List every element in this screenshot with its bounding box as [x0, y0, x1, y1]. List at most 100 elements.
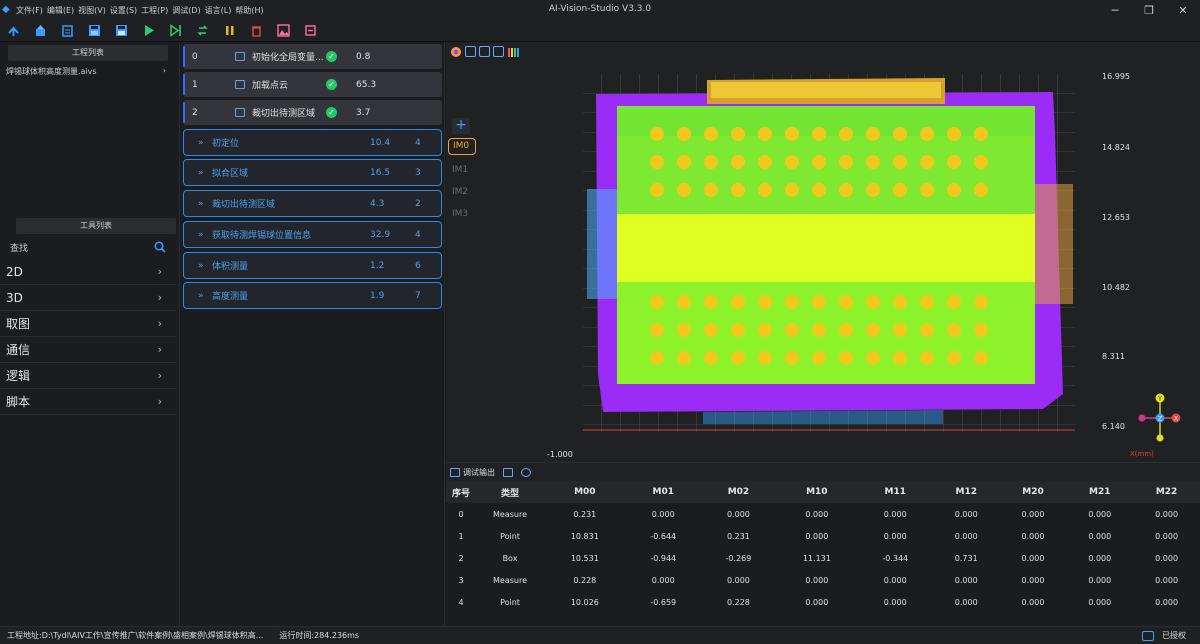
add-icon[interactable]: + — [452, 118, 470, 134]
y-tick-label: 8.311 — [1102, 352, 1125, 361]
title-bar: ◆ 文件(F) 编辑(E) 视图(V) 设置(S) 工程(P) 调试(D) 语言… — [0, 0, 1200, 20]
bar-chart-icon[interactable] — [507, 46, 519, 58]
image-tab-im3[interactable]: IM3 — [448, 203, 476, 225]
search-label: 查找 — [10, 243, 29, 254]
open-icon[interactable] — [6, 24, 20, 38]
expand-icon: » — [198, 229, 204, 240]
save-icon[interactable] — [87, 24, 101, 38]
axis-x-label: X — [1174, 416, 1178, 423]
clear-icon[interactable] — [303, 24, 317, 38]
save-as-icon[interactable] — [114, 24, 128, 38]
flow-group[interactable]: » 初定位 10.4 4 — [183, 129, 442, 156]
menu-help[interactable]: 帮助(H) — [235, 5, 263, 16]
x-axis-name: X(mm) — [1130, 450, 1154, 458]
image-tab-im2[interactable]: IM2 — [448, 181, 476, 203]
module-icon — [235, 52, 245, 61]
flow-step[interactable]: 2 裁切出待测区域 ✓ 3.7 — [183, 100, 442, 125]
image-tab-im1[interactable]: IM1 — [448, 159, 476, 181]
main-toolbar — [0, 20, 1200, 42]
flow-group[interactable]: » 获取待测焊锡球位置信息 32.9 4 — [183, 221, 442, 248]
app-logo-icon: ◆ — [2, 4, 10, 15]
menu-bar: 文件(F) 编辑(E) 视图(V) 设置(S) 工程(P) 调试(D) 语言(L… — [16, 5, 268, 16]
pause-icon[interactable] — [222, 24, 236, 38]
y-tick-label: 10.482 — [1102, 283, 1130, 292]
tab-debug-output[interactable]: 调试输出 — [450, 467, 495, 478]
result-table: 序号 类型 M00 M01 M02 M10 M11 M12 M20 M21 M2… — [446, 481, 1200, 613]
box-select-icon[interactable] — [465, 46, 476, 57]
chevron-right-icon: › — [162, 66, 166, 75]
copy-icon[interactable] — [493, 46, 504, 57]
category-2d[interactable]: 2D › — [0, 259, 176, 285]
license-icon — [1142, 630, 1154, 641]
axis-y-label: Y — [1157, 396, 1162, 403]
y-tick-label: 12.653 — [1102, 213, 1130, 222]
menu-edit[interactable]: 编辑(E) — [47, 5, 74, 16]
debug-output-panel: 调试输出 序号 类型 M00 M01 M02 M10 M11 M12 M20 M… — [446, 462, 1200, 626]
close-icon[interactable]: ✕ — [1166, 0, 1200, 20]
menu-file[interactable]: 文件(F) — [16, 5, 43, 16]
zoom-icon[interactable] — [521, 467, 531, 477]
flow-panel: 0 初始化全局变量... ✓ 0.8 1 加载点云 ✓ 65.3 2 裁切出待测… — [181, 42, 445, 626]
project-file-name: 焊锡球体积高度测量.aivs — [6, 67, 97, 76]
flow-group[interactable]: » 体积测量 1.2 6 — [183, 252, 442, 279]
minimize-icon[interactable]: ─ — [1098, 0, 1132, 20]
flow-group[interactable]: » 裁切出待测区域 4.3 2 — [183, 190, 442, 217]
table-row[interactable]: 2 Box 10.531 -0.944 -0.269 11.131 -0.344 0.731 0… — [446, 547, 1200, 569]
image-tab-im0[interactable]: IM0 — [448, 138, 476, 155]
menu-view[interactable]: 视图(V) — [78, 5, 106, 16]
point-cloud-viewer[interactable]: + IM0 IM1 IM2 IM3 16.995 14.824 12.653 1… — [446, 42, 1200, 462]
axis-gizmo[interactable]: Y X Z — [1132, 390, 1182, 446]
table-row[interactable]: 1 Point 10.831 -0.644 0.231 0.000 0.000 0.000 0.… — [446, 525, 1200, 547]
flow-step[interactable]: 0 初始化全局变量... ✓ 0.8 — [183, 44, 442, 69]
axis-z-label: Z — [1158, 416, 1162, 423]
new-file-icon[interactable] — [60, 24, 74, 38]
check-icon: ✓ — [326, 51, 337, 62]
menu-debug[interactable]: 调试(D) — [172, 5, 200, 16]
tool-list-header: 工具列表 — [16, 218, 176, 234]
project-file-item[interactable]: 焊锡球体积高度测量.aivs › — [6, 66, 166, 77]
flow-group[interactable]: » 高度测量 1.9 7 — [183, 282, 442, 309]
category-acquire[interactable]: 取图 › — [0, 311, 176, 337]
table-row[interactable]: 0 Measure 0.231 0.000 0.000 0.000 0.000 0.000 0.… — [446, 503, 1200, 525]
menu-project[interactable]: 工程(P) — [141, 5, 168, 16]
point-cloud-render — [583, 74, 1075, 432]
window-controls: ─ ❐ ✕ — [1098, 0, 1200, 20]
status-bar: 工程地址:D:\Tydl\AIV工作\宣传推广\软件案例\盛相案例\焊锡球体积高… — [0, 626, 1200, 644]
category-logic[interactable]: 逻辑 › — [0, 363, 176, 389]
output-tabs: 调试输出 — [446, 463, 1200, 481]
chevron-right-icon: › — [157, 343, 162, 356]
category-communication[interactable]: 通信 › — [0, 337, 176, 363]
color-map-icon[interactable] — [450, 46, 462, 58]
chevron-right-icon: › — [157, 317, 162, 330]
grid-view-icon[interactable] — [503, 467, 513, 477]
check-icon: ✓ — [326, 107, 337, 118]
y-tick-label: 14.824 — [1102, 143, 1130, 152]
menu-language[interactable]: 语言(L) — [205, 5, 232, 16]
loop-icon[interactable] — [195, 24, 209, 38]
menu-settings[interactable]: 设置(S) — [110, 5, 137, 16]
table-row[interactable]: 4 Point 10.026 -0.659 0.228 0.000 0.000 0.000 0.… — [446, 591, 1200, 613]
license-status: 已授权 — [1142, 630, 1186, 641]
search-icon[interactable] — [154, 241, 166, 253]
project-path: 工程地址:D:\Tydl\AIV工作\宣传推广\软件案例\盛相案例\焊锡球体积高… — [7, 631, 264, 640]
expand-icon: » — [198, 198, 204, 209]
restore-icon[interactable]: ❐ — [1132, 0, 1166, 20]
y-tick-label: 6.140 — [1102, 422, 1125, 431]
category-3d[interactable]: 3D › — [0, 285, 176, 311]
chevron-right-icon: › — [157, 369, 162, 382]
export-icon[interactable] — [33, 24, 47, 38]
flow-step[interactable]: 1 加载点云 ✓ 65.3 — [183, 72, 442, 97]
delete-icon[interactable] — [249, 24, 263, 38]
step-icon[interactable] — [168, 24, 182, 38]
image-icon[interactable] — [276, 24, 290, 38]
chevron-right-icon: › — [157, 291, 162, 304]
expand-icon: » — [198, 137, 204, 148]
category-script[interactable]: 脚本 › — [0, 389, 176, 415]
expand-icon: » — [198, 290, 204, 301]
table-row[interactable]: 3 Measure 0.228 0.000 0.000 0.000 0.000 0.000 0.… — [446, 569, 1200, 591]
tree-icon[interactable] — [479, 46, 490, 57]
run-icon[interactable] — [141, 24, 155, 38]
flow-group[interactable]: » 拟合区域 16.5 3 — [183, 159, 442, 186]
tool-search[interactable]: 查找 — [10, 240, 166, 254]
chevron-right-icon: › — [157, 395, 162, 408]
